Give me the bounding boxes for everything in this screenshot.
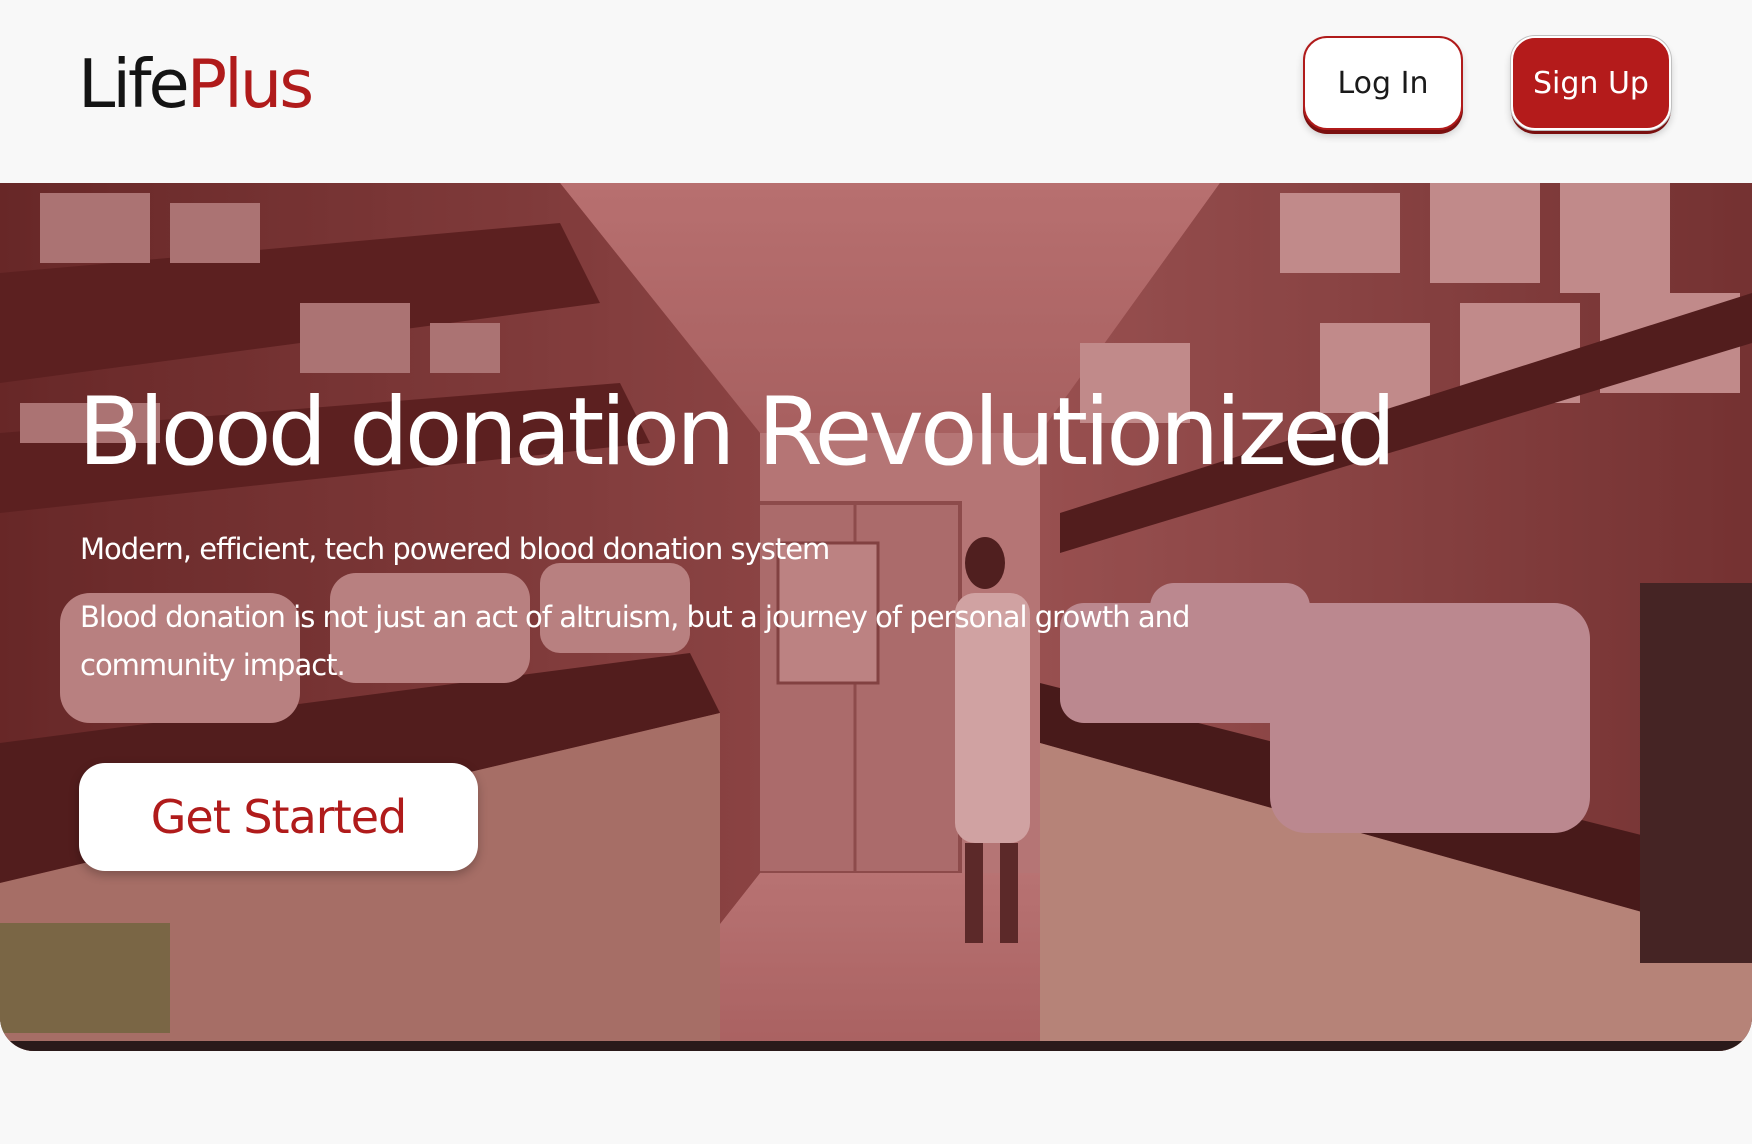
- signup-button[interactable]: Sign Up: [1511, 36, 1671, 130]
- get-started-button[interactable]: Get Started: [79, 763, 478, 871]
- hero-description: Blood donation is not just an act of alt…: [80, 600, 1190, 682]
- lifeplus-logo[interactable]: LifePlus: [78, 40, 314, 128]
- site-header: LifePlus Log In Sign Up: [0, 0, 1752, 183]
- hero-subtitle: Modern, efficient, tech powered blood do…: [80, 532, 830, 566]
- hero-section: Blood donation Revolutionized Modern, ef…: [0, 183, 1752, 1051]
- hero-title: Blood donation Revolutionized: [78, 378, 1396, 487]
- login-button[interactable]: Log In: [1303, 36, 1463, 130]
- logo-text-plus: Plus: [186, 45, 314, 123]
- hero-bottom-edge: [0, 1041, 1752, 1051]
- logo-text-life: Life: [78, 45, 190, 123]
